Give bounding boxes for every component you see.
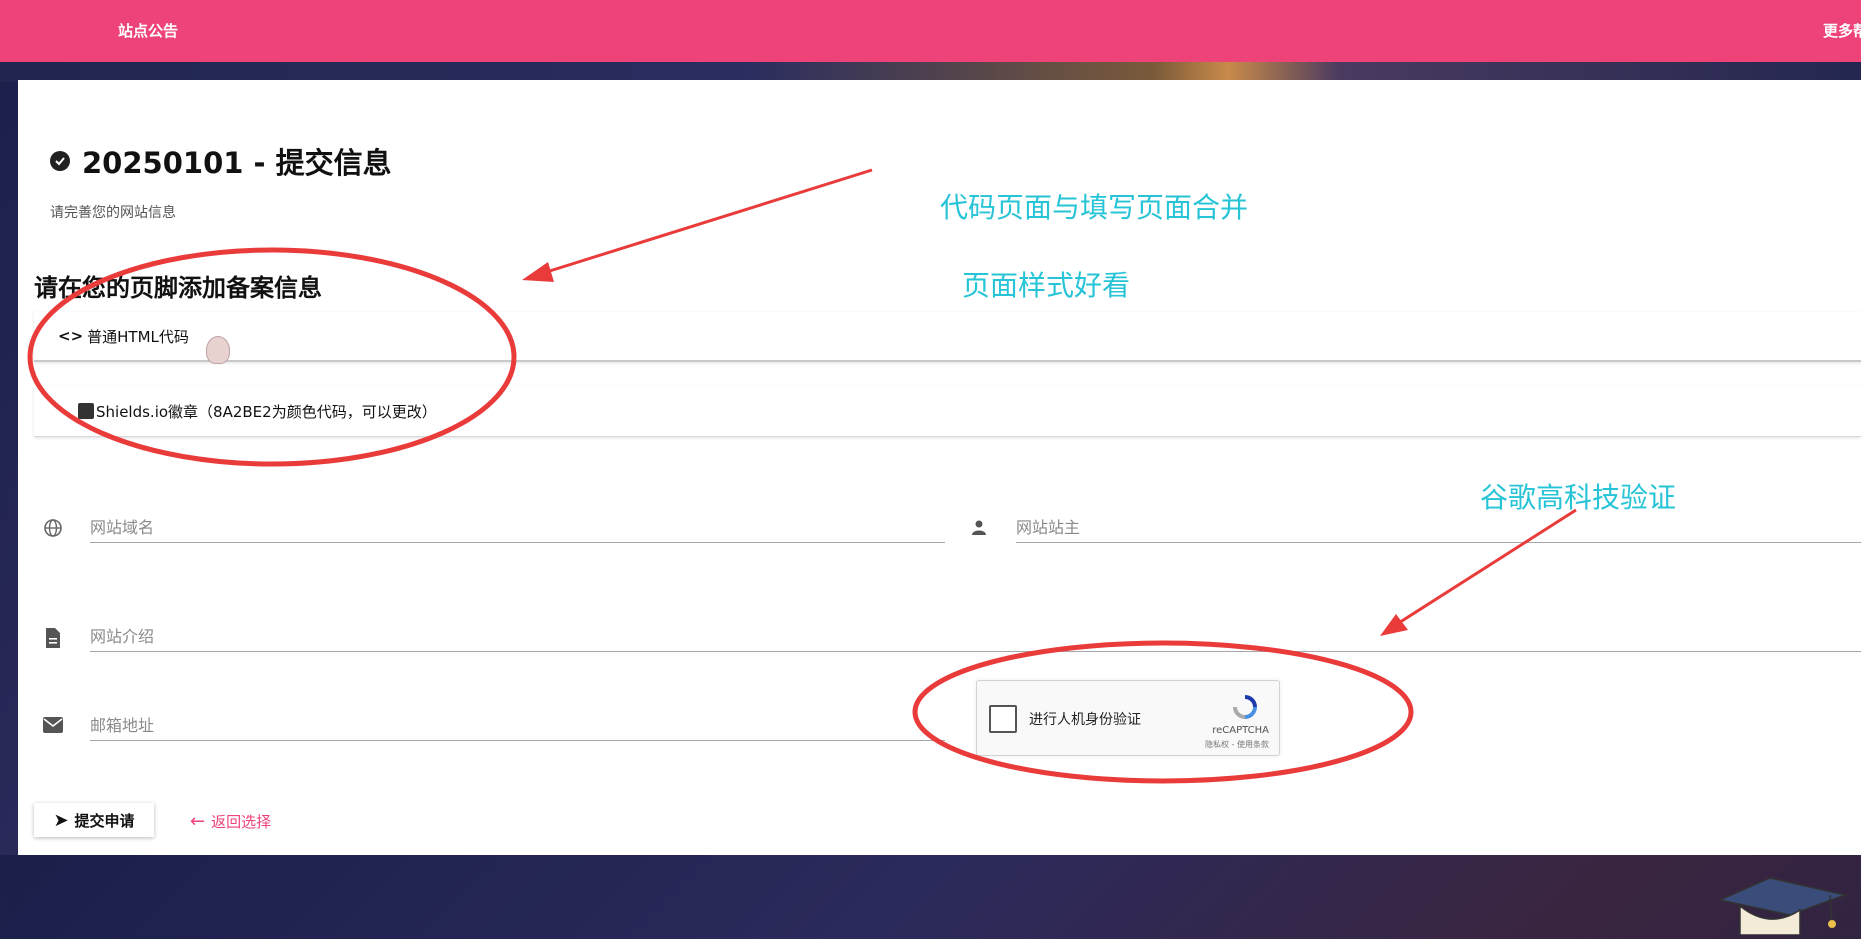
annotation-google: 谷歌高科技验证 <box>1480 481 1677 514</box>
intro-input[interactable] <box>90 621 1861 652</box>
person-icon <box>968 518 990 540</box>
nav-more-help[interactable]: 更多帮助 <box>1823 20 1861 41</box>
recaptcha-brand: reCAPTCHA <box>1212 725 1269 736</box>
check-circle-icon <box>50 151 70 171</box>
page-subtitle: 请完善您的网站信息 <box>50 205 176 221</box>
document-icon <box>42 627 64 649</box>
recaptcha-logo-icon <box>1229 691 1261 723</box>
code-icon: <> <box>58 327 84 345</box>
annotation-style: 页面样式好看 <box>962 269 1131 302</box>
back-link[interactable]: ← 返回选择 <box>190 811 271 832</box>
owner-input[interactable] <box>1016 512 1861 543</box>
recaptcha-label: 进行人机身份验证 <box>1029 712 1141 728</box>
recaptcha-terms-link[interactable]: 隐私权 - 使用条款 <box>1205 739 1269 750</box>
send-icon: ➤ <box>53 809 69 831</box>
html-code-label: 普通HTML代码 <box>87 327 189 346</box>
annotation-merge: 代码页面与填写页面合并 <box>940 191 1249 224</box>
recaptcha-checkbox[interactable] <box>989 705 1017 733</box>
top-navbar: 站点公告 更多帮助 <box>0 0 1861 62</box>
domain-input[interactable] <box>90 512 945 543</box>
shields-badge-option[interactable]: Shields.io徽章（8A2BE2为颜色代码，可以更改） <box>34 386 1861 437</box>
mail-icon <box>42 716 64 738</box>
back-label: 返回选择 <box>211 813 272 831</box>
arrow-left-icon: ← <box>190 811 206 832</box>
background-banner <box>0 62 1861 82</box>
nav-site-notice[interactable]: 站点公告 <box>118 20 178 41</box>
graduate-cat-mascot <box>1710 870 1850 936</box>
submit-button[interactable]: ➤ 提交申请 <box>34 803 154 837</box>
html-code-option[interactable]: <> 普通HTML代码 <box>34 312 1861 362</box>
shields-badge-label: Shields.io徽章（8A2BE2为颜色代码，可以更改） <box>96 402 437 421</box>
email-input[interactable] <box>90 710 945 741</box>
submit-label: 提交申请 <box>74 811 135 830</box>
globe-icon <box>42 518 64 540</box>
recaptcha-widget: 进行人机身份验证 reCAPTCHA 隐私权 - 使用条款 <box>976 680 1280 756</box>
mascot-cursor-icon <box>206 336 230 364</box>
section-title: 请在您的页脚添加备案信息 <box>34 274 322 302</box>
page-header: 20250101 - 提交信息 <box>50 140 392 182</box>
page-title: 20250101 - 提交信息 <box>82 146 392 180</box>
image-icon <box>78 403 94 419</box>
